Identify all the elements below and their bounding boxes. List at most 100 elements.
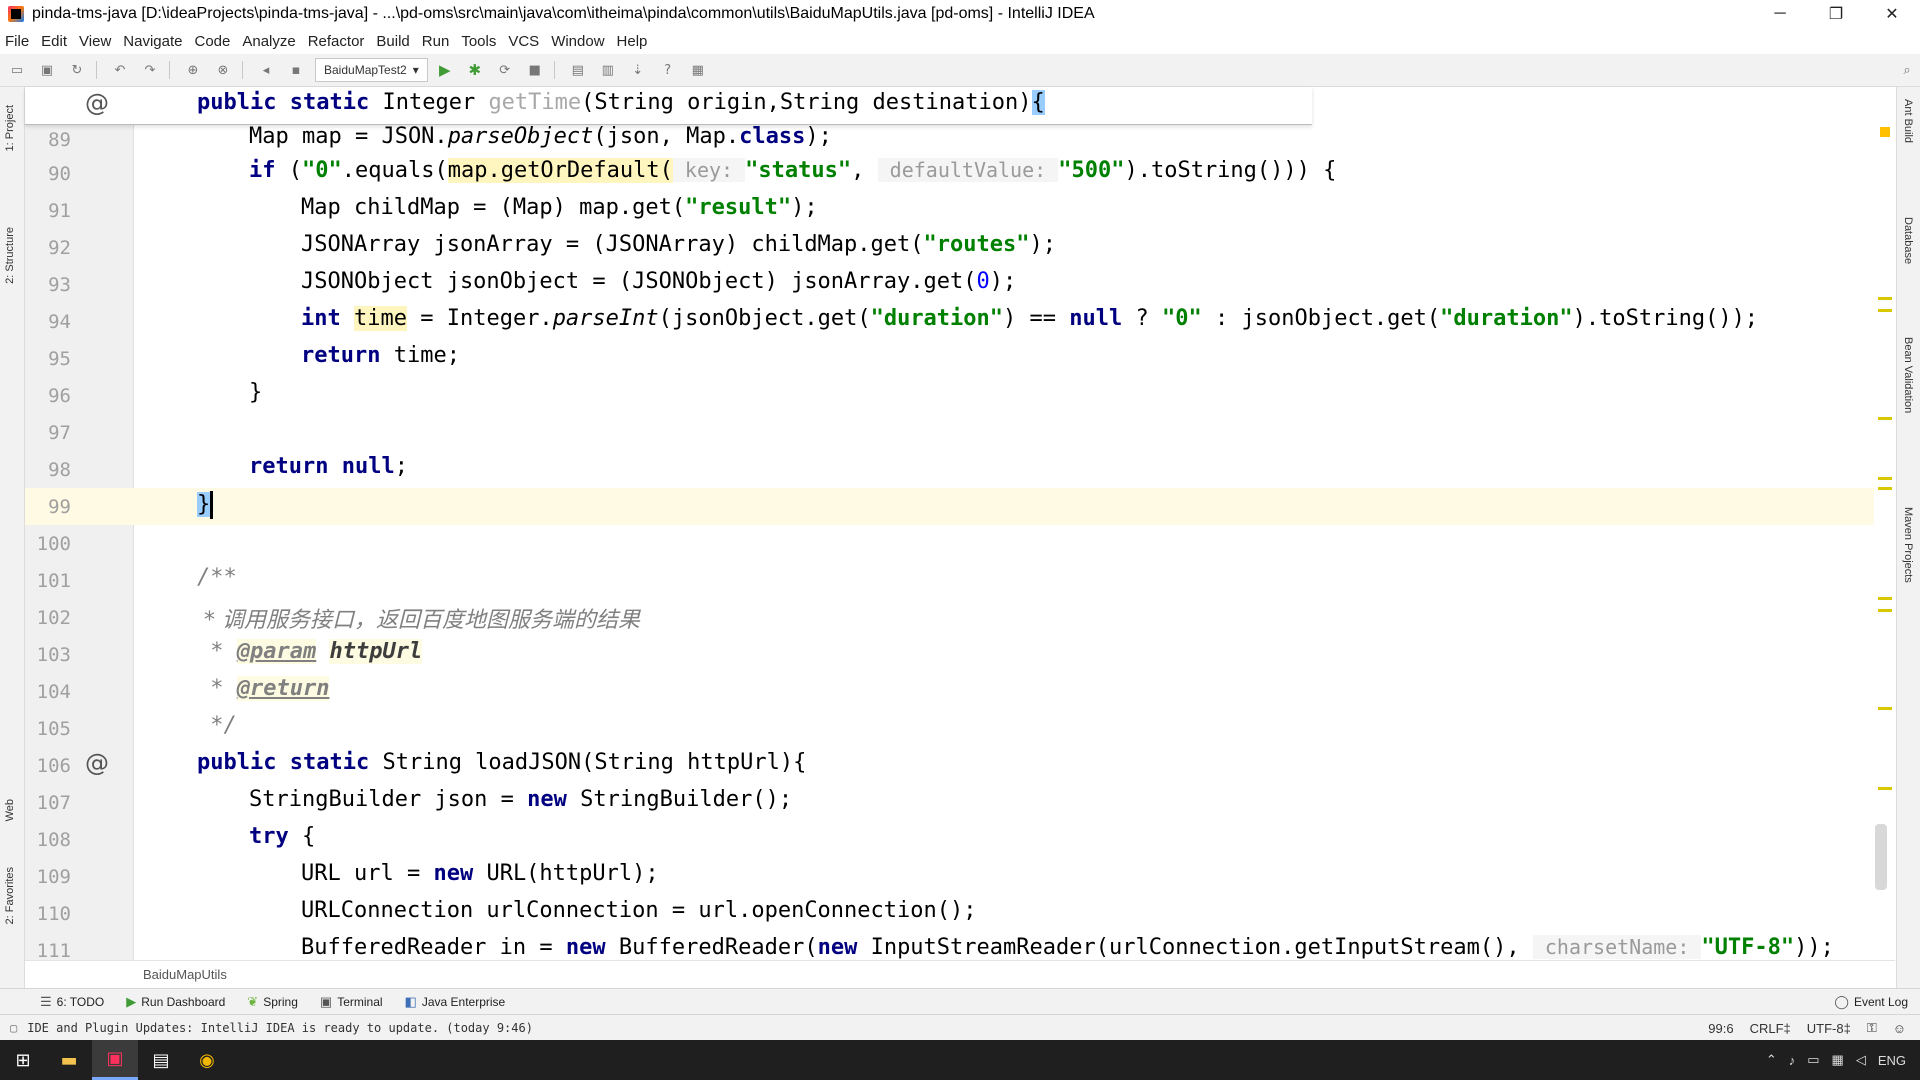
tab-spring[interactable]: ❦ Spring [237, 994, 310, 1010]
intellij-taskbar-icon[interactable]: ▣ [92, 1040, 138, 1080]
stop-icon[interactable]: ■ [522, 59, 548, 81]
tab-todo[interactable]: ☰ 6: TODO [30, 994, 116, 1010]
run-configuration-select[interactable]: BaiduMapTest2 ▾ [315, 58, 428, 82]
debug-icon[interactable]: ✱ [462, 59, 488, 81]
code-line[interactable]: 104 * @return [25, 673, 1895, 710]
sticky-method-header[interactable]: @ public static Integer getTime(String o… [25, 87, 1312, 125]
redo-icon[interactable]: ↷ [137, 59, 163, 81]
battery-icon[interactable]: ▭ [1807, 1052, 1819, 1068]
menu-help[interactable]: Help [612, 33, 655, 50]
code-line[interactable]: 107 StringBuilder json = new StringBuild… [25, 784, 1895, 821]
usage-marker[interactable] [1878, 609, 1892, 612]
plugin-icon[interactable]: ▦ [685, 59, 711, 81]
restore-button[interactable]: ❐ [1808, 0, 1864, 28]
code-line[interactable]: 108 try { [25, 821, 1895, 858]
close-button[interactable]: ✕ [1864, 0, 1920, 28]
tab-run-dashboard[interactable]: ▶ Run Dashboard [116, 994, 237, 1010]
status-message[interactable]: IDE and Plugin Updates: IntelliJ IDEA is… [17, 1021, 1700, 1035]
breadcrumb-item[interactable]: BaiduMapUtils [143, 967, 227, 982]
notepad-taskbar-icon[interactable]: ▤ [138, 1040, 184, 1080]
save-icon[interactable]: ▣ [34, 59, 60, 81]
override-at-icon[interactable]: @ [85, 749, 109, 777]
code-line[interactable]: 93 JSONObject jsonObject = (JSONObject) … [25, 266, 1895, 303]
code-line[interactable]: 98 return null; [25, 451, 1895, 488]
code-line[interactable]: 95 return time; [25, 340, 1895, 377]
menu-tools[interactable]: Tools [456, 33, 503, 50]
code-line[interactable]: 102 * 调用服务接口，返回百度地图服务端的结果 [25, 599, 1895, 636]
tray-expand-icon[interactable]: ⌃ [1766, 1052, 1777, 1068]
code-line[interactable]: 90 if ("0".equals(map.getOrDefault( key:… [25, 155, 1895, 192]
back-icon[interactable]: ◂ [253, 59, 279, 81]
scrollbar-thumb[interactable] [1875, 824, 1887, 890]
code-line[interactable]: 89 Map map = JSON.parseObject(json, Map.… [25, 121, 1895, 158]
code-line[interactable]: 94 int time = Integer.parseInt(jsonObjec… [25, 303, 1895, 340]
menu-navigate[interactable]: Navigate [118, 33, 189, 50]
menu-view[interactable]: View [74, 33, 118, 50]
network-icon[interactable]: ▦ [1832, 1052, 1844, 1068]
usage-marker[interactable] [1878, 297, 1892, 300]
code-line[interactable]: 92 JSONArray jsonArray = (JSONArray) chi… [25, 229, 1895, 266]
tab-web[interactable]: Web [4, 799, 16, 821]
help-icon[interactable]: ? [655, 59, 681, 81]
coverage-icon[interactable]: ⟳ [492, 59, 518, 81]
microphone-icon[interactable]: ♪ [1789, 1053, 1796, 1068]
windows-start-icon[interactable]: ⊞ [0, 1040, 46, 1080]
line-separator[interactable]: CRLF‡ [1742, 1021, 1799, 1036]
code-line[interactable]: 109 URL url = new URL(httpUrl); [25, 858, 1895, 895]
vcs-icon[interactable]: ⇣ [625, 59, 651, 81]
file-encoding[interactable]: UTF-8‡ [1799, 1021, 1859, 1036]
usage-marker[interactable] [1878, 477, 1892, 480]
run-icon[interactable]: ▶ [432, 59, 458, 81]
search-icon[interactable]: ⌕ [1894, 59, 1920, 81]
usage-marker[interactable] [1878, 597, 1892, 600]
usage-marker[interactable] [1878, 487, 1892, 490]
warning-marker[interactable] [1880, 127, 1890, 137]
status-toggle-icon[interactable]: ▢ [0, 1021, 17, 1035]
tab-event-log[interactable]: ◯ Event Log [1824, 994, 1920, 1010]
usage-marker[interactable] [1878, 707, 1892, 710]
caret-position[interactable]: 99:6 [1700, 1021, 1741, 1036]
file-explorer-icon[interactable]: ▬ [46, 1040, 92, 1080]
project-structure-icon[interactable]: ▤ [565, 59, 591, 81]
replace-icon[interactable]: ⊗ [210, 59, 236, 81]
chrome-taskbar-icon[interactable]: ◉ [184, 1040, 230, 1080]
tab-ant-build[interactable]: Ant Build [1902, 99, 1914, 143]
code-line[interactable]: 97 [25, 414, 1895, 451]
minimize-button[interactable]: ─ [1752, 0, 1808, 28]
menu-run[interactable]: Run [417, 33, 457, 50]
tab-terminal[interactable]: ▣ Terminal [310, 994, 395, 1010]
code-line[interactable]: 105 */ [25, 710, 1895, 747]
override-at-icon[interactable]: @ [85, 89, 109, 117]
lock-icon[interactable]: ⚿ [1859, 1020, 1885, 1036]
current-code-line[interactable]: 99 } [25, 488, 1895, 525]
menu-vcs[interactable]: VCS [503, 33, 546, 50]
menu-file[interactable]: File [0, 33, 36, 50]
code-line[interactable]: 106 @ public static String loadJSON(Stri… [25, 747, 1895, 784]
code-line[interactable]: 91 Map childMap = (Map) map.get("result"… [25, 192, 1895, 229]
menu-window[interactable]: Window [546, 33, 611, 50]
usage-marker[interactable] [1878, 417, 1892, 420]
tab-java-enterprise[interactable]: ◧ Java Enterprise [395, 994, 518, 1010]
volume-icon[interactable]: ◁ [1856, 1052, 1866, 1068]
tab-project[interactable]: 1: Project [4, 105, 16, 151]
menu-refactor[interactable]: Refactor [303, 33, 372, 50]
sync-icon[interactable]: ↻ [64, 59, 90, 81]
code-line[interactable]: 110 URLConnection urlConnection = url.op… [25, 895, 1895, 932]
code-line[interactable]: 101 /** [25, 562, 1895, 599]
tab-favorites[interactable]: 2: Favorites [4, 867, 16, 924]
inspector-icon[interactable]: ☺ [1885, 1021, 1920, 1036]
open-icon[interactable]: ▭ [4, 59, 30, 81]
code-line[interactable]: 111 BufferedReader in = new BufferedRead… [25, 932, 1895, 960]
usage-marker[interactable] [1878, 787, 1892, 790]
undo-icon[interactable]: ↶ [107, 59, 133, 81]
find-icon[interactable]: ⊕ [180, 59, 206, 81]
usage-marker[interactable] [1878, 309, 1892, 312]
build-icon[interactable]: ▪ [283, 59, 309, 81]
tab-bean-validation[interactable]: Bean Validation [1902, 337, 1914, 413]
tab-maven-projects[interactable]: Maven Projects [1902, 507, 1914, 583]
tab-structure[interactable]: 2: Structure [4, 227, 16, 284]
code-line[interactable]: 103 * @param httpUrl [25, 636, 1895, 673]
tab-database[interactable]: Database [1902, 217, 1914, 264]
code-editor[interactable]: 89 Map map = JSON.parseObject(json, Map.… [25, 87, 1895, 960]
code-line[interactable]: 100 [25, 525, 1895, 562]
